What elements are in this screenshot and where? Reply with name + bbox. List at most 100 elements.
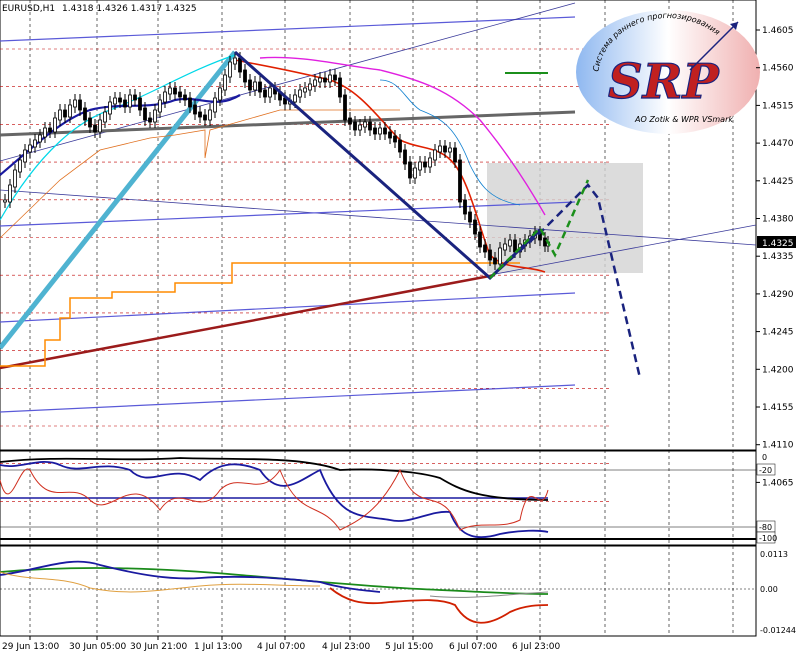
candle-body <box>363 121 367 128</box>
candle-body <box>393 135 397 143</box>
candle-body <box>18 159 22 173</box>
current-price-label: 1.4325 <box>762 239 794 249</box>
candle-body <box>128 94 132 108</box>
candle-body <box>233 57 237 65</box>
candle-body <box>438 145 442 153</box>
candle-body <box>123 99 127 108</box>
candle-body <box>173 87 177 95</box>
candle-body <box>238 57 242 73</box>
candle-body <box>153 109 157 123</box>
price-tick-label: 1.4110 <box>762 441 794 451</box>
time-tick-label: 5 Jul 15:00 <box>385 642 434 652</box>
candle-body <box>383 127 387 135</box>
candle-body <box>453 147 457 163</box>
oscillator-tick-label: -80 <box>759 523 772 532</box>
candle-body <box>498 247 502 265</box>
candle-body <box>348 117 352 125</box>
candle-body <box>423 161 427 168</box>
candle-body <box>3 199 7 203</box>
candle-body <box>413 167 417 179</box>
candle-body <box>308 83 312 91</box>
candle-body <box>63 109 67 118</box>
candle-body <box>73 99 77 108</box>
candle-body <box>243 69 247 83</box>
candle-body <box>118 97 122 103</box>
candle-body <box>353 121 357 131</box>
candle-body <box>388 131 392 139</box>
logo-letters: SRP <box>608 54 721 110</box>
price-tick-label: 1.4605 <box>762 26 794 36</box>
candle-body <box>193 104 197 115</box>
candle-body <box>68 104 72 118</box>
candle-body <box>343 94 347 121</box>
candle-body <box>38 134 42 143</box>
candle-body <box>473 219 477 235</box>
candle-body <box>313 79 317 87</box>
candle-body <box>298 89 302 98</box>
candle-body <box>503 243 507 251</box>
oscillator-top-label: 0 <box>762 453 767 462</box>
time-tick-label: 30 Jun 21:00 <box>130 642 187 652</box>
momentum-tick-label: -0.01244 <box>760 626 796 635</box>
candle-body <box>318 77 322 83</box>
time-tick-label: 4 Jul 07:00 <box>257 642 306 652</box>
candle-body <box>208 109 212 121</box>
candle-body <box>493 257 497 265</box>
candle-body <box>213 97 217 113</box>
candle-body <box>53 117 57 133</box>
candle-body <box>183 94 187 101</box>
candle-body <box>28 144 32 153</box>
candle-body <box>8 184 12 203</box>
time-tick-label: 6 Jul 23:00 <box>512 642 561 652</box>
candle-body <box>443 145 447 153</box>
candle-body <box>228 61 232 78</box>
candle-body <box>258 81 262 93</box>
candle-body <box>368 121 372 131</box>
candle-body <box>143 107 147 121</box>
candle-body <box>268 87 272 98</box>
candle-body <box>178 91 182 98</box>
candle-body <box>88 117 92 128</box>
price-tick-label: 1.4515 <box>762 101 794 111</box>
candle-body <box>323 77 327 83</box>
candle-body <box>293 94 297 103</box>
time-tick-label: 30 Jun 05:00 <box>69 642 126 652</box>
candle-body <box>113 97 117 105</box>
candle-body <box>428 157 432 168</box>
candle-body <box>433 149 437 161</box>
candle-body <box>23 149 27 163</box>
price-tick-label: 1.4155 <box>762 403 794 413</box>
candle-body <box>13 169 17 188</box>
oscillator-axis: -20 -80 -100 0 <box>756 453 777 544</box>
candle-body <box>418 161 422 171</box>
logo-arc-bottom-text: AO Zotik & WPR VSmark <box>634 115 733 124</box>
candle-body <box>78 99 82 111</box>
candle-body <box>483 244 487 253</box>
candle-body <box>218 87 222 101</box>
price-tick-label: 1.4470 <box>762 139 794 149</box>
candle-body <box>223 74 227 91</box>
momentum-axis: 0.0113 0.00 -0.01244 <box>760 550 796 635</box>
time-axis[interactable]: 29 Jun 13:00 30 Jun 05:00 30 Jun 21:00 1 Ju… <box>2 636 561 652</box>
candle-body <box>488 249 492 261</box>
time-tick-label: 6 Jul 07:00 <box>449 642 498 652</box>
candle-body <box>463 199 467 215</box>
candle-body <box>543 237 547 247</box>
candle-body <box>48 127 52 133</box>
candle-body <box>333 74 337 81</box>
price-tick-label: 1.4425 <box>762 177 794 187</box>
candle-body <box>398 139 402 153</box>
price-tick-label: 1.4290 <box>762 290 794 300</box>
candle-body <box>103 111 107 123</box>
price-axis[interactable]: 1.4605 1.4560 1.4515 1.4470 1.4425 1.4380 1.43… <box>756 26 794 488</box>
candle-body <box>373 127 377 135</box>
candle-body <box>338 77 342 98</box>
candle-body <box>158 99 162 113</box>
momentum-tick-label: 0.0113 <box>760 550 788 559</box>
chart-window[interactable]: EURUSD,H1 1.4318 1.4326 1.4317 1.4325 Си… <box>0 0 796 654</box>
candle-body <box>198 111 202 118</box>
candle-body <box>328 74 332 83</box>
candle-body <box>253 81 257 91</box>
price-tick-label: 1.4200 <box>762 365 794 375</box>
price-tick-label: 1.4065 <box>762 478 794 488</box>
